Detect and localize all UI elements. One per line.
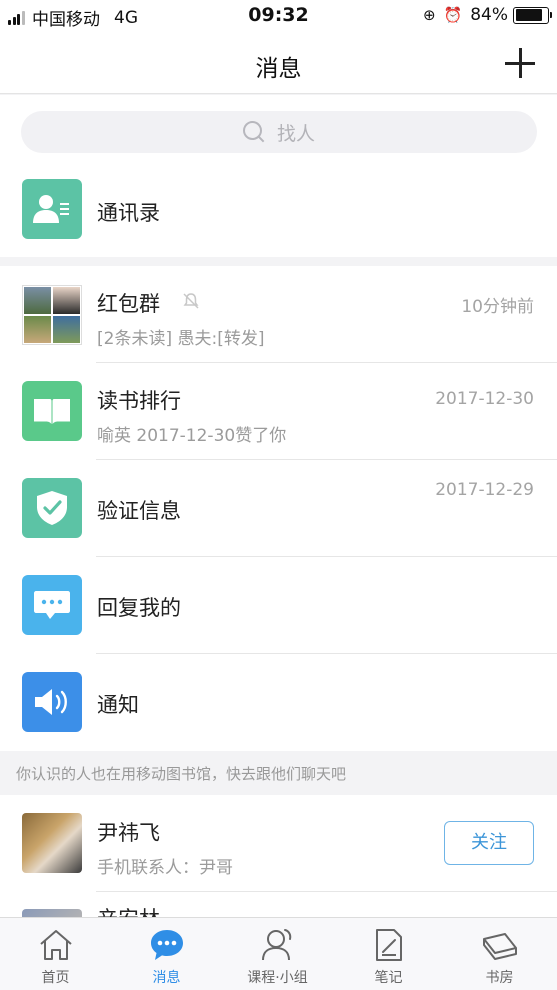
- search-area: 找人: [0, 95, 557, 168]
- orientation-lock-icon: ⊕: [422, 6, 436, 24]
- tab-bar: 首页 消息 课程·小组 笔记 书房: [0, 917, 557, 990]
- page-title: 消息: [255, 56, 302, 82]
- conversation-item-replies[interactable]: 回复我的: [0, 557, 557, 654]
- status-bar: 中国移动 4G 09:32 ⊕ ⏰ 84%: [0, 0, 557, 36]
- search-placeholder: 找人: [276, 122, 315, 145]
- conversation-title: 通知: [97, 693, 139, 717]
- message-icon: [151, 930, 183, 960]
- tab-messages[interactable]: 消息: [111, 918, 222, 990]
- tab-notes[interactable]: 笔记: [333, 918, 444, 990]
- tab-courses-groups[interactable]: 课程·小组: [222, 918, 333, 990]
- conversation-list: 红包群 10分钟前 [2条未读] 愚夫:[转发] 读书排行 2017-12-30…: [0, 266, 557, 751]
- tab-label: 消息: [152, 970, 181, 986]
- suggested-people-list: 尹祎飞 手机联系人：尹哥 关注 辛安林: [0, 795, 557, 917]
- contacts-label: 通讯录: [97, 201, 160, 225]
- tab-label: 首页: [41, 970, 70, 986]
- speaker-icon: [22, 672, 82, 732]
- plus-icon[interactable]: [505, 48, 535, 78]
- chat-bubble-icon: [22, 575, 82, 635]
- person-group-icon: [262, 929, 292, 961]
- conversation-title: 验证信息: [97, 499, 181, 523]
- conversation-preview: [2条未读] 愚夫:[转发]: [97, 329, 265, 349]
- conversation-item-reading-rank[interactable]: 读书排行 2017-12-30 喻英 2017-12-30赞了你: [0, 363, 557, 460]
- tab-label: 书房: [485, 970, 514, 986]
- conversation-item-verification[interactable]: 验证信息 2017-12-29: [0, 460, 557, 557]
- follow-button[interactable]: 关注: [444, 821, 534, 865]
- battery-percent: 84%: [470, 5, 508, 25]
- tab-home[interactable]: 首页: [0, 918, 111, 990]
- tab-bookroom[interactable]: 书房: [444, 918, 555, 990]
- conversation-title: 读书排行: [97, 389, 181, 413]
- avatar: [22, 909, 82, 917]
- person-name: 尹祎飞: [97, 821, 160, 845]
- alarm-icon: ⏰: [443, 6, 463, 24]
- conversation-time: 10分钟前: [461, 297, 534, 317]
- tab-label: 课程·小组: [247, 970, 308, 986]
- conversation-title: 回复我的: [97, 596, 181, 620]
- notes-icon: [376, 929, 402, 961]
- avatar: [22, 813, 82, 873]
- mute-bell-icon: [183, 293, 199, 309]
- conversation-title: 红包群: [97, 292, 160, 316]
- person-name-partial: 辛安林: [97, 903, 160, 917]
- status-right: ⊕ ⏰ 84%: [422, 5, 552, 25]
- contacts-row[interactable]: 通讯录: [0, 168, 557, 257]
- conversation-preview: 喻英 2017-12-30赞了你: [97, 426, 287, 446]
- divider: [96, 891, 557, 892]
- conversation-item-group[interactable]: 红包群 10分钟前 [2条未读] 愚夫:[转发]: [0, 266, 557, 363]
- contact-book-icon: [22, 179, 82, 239]
- nav-bar: 消息: [0, 36, 557, 94]
- bookshelf-icon: [483, 933, 517, 960]
- battery-icon: [513, 6, 552, 24]
- suggest-text: 你认识的人也在用移动图书馆，快去跟他们聊天吧: [16, 765, 347, 783]
- open-book-icon: [22, 381, 82, 441]
- conversation-time: 2017-12-29: [435, 480, 534, 500]
- search-input[interactable]: 找人: [21, 111, 537, 153]
- suggest-banner: 你认识的人也在用移动图书馆，快去跟他们聊天吧: [0, 751, 557, 795]
- conversation-item-notice[interactable]: 通知: [0, 654, 557, 751]
- shield-check-icon: [22, 478, 82, 538]
- person-source: 手机联系人：尹哥: [97, 858, 233, 878]
- conversation-time: 2017-12-30: [435, 389, 534, 409]
- search-icon: [242, 121, 265, 143]
- group-avatar: [22, 285, 82, 345]
- home-icon: [40, 930, 72, 960]
- suggested-person[interactable]: 尹祎飞 手机联系人：尹哥 关注: [0, 795, 557, 892]
- tab-label: 笔记: [374, 970, 403, 986]
